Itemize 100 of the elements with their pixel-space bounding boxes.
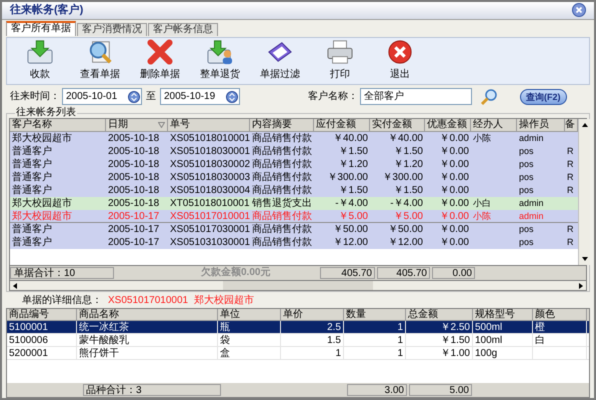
table-row[interactable]: 普通客户 2005-10-18 XS051018030004 商品销售付款 ￥1.50 ￥1.50 ￥0.00 pos R xyxy=(10,184,578,198)
toolbar-button[interactable]: 单据过滤 xyxy=(253,38,307,84)
count-label: 品种合计：3 xyxy=(83,384,221,396)
table-cell: 5200001 xyxy=(9,348,48,360)
table-cell: 商品销售付款 xyxy=(252,133,312,144)
table-cell: 小白 xyxy=(473,198,491,208)
table-cell: 5100006 xyxy=(9,335,48,346)
table-cell: XT051018010001 xyxy=(170,198,250,210)
table-row[interactable]: 郑大校园超市 2005-10-18 XS051018010001 商品销售付款 ￥40.00 ￥40.00 ￥0.00 小陈 admin xyxy=(10,132,578,146)
table-row[interactable]: 普通客户 2005-10-18 XS051018030002 商品销售付款 ￥1.20 ￥1.20 ￥0.00 pos R xyxy=(10,158,578,172)
table-cell: 商品销售付款 xyxy=(252,211,312,222)
total-cell: 5.00 xyxy=(409,384,472,396)
table-row[interactable]: 普通客户 2005-10-17 XS051017030001 商品销售付款 ￥50.00 ￥50.00 ￥0.00 pos R xyxy=(10,223,578,236)
table-cell: ￥50.00 xyxy=(332,224,368,236)
table-cell: ￥0.00 xyxy=(440,211,469,222)
table-cell: ￥1.00 xyxy=(440,348,470,360)
customer-field[interactable]: 全部客户 xyxy=(360,88,472,106)
table-cell: ￥1.50 xyxy=(338,146,368,158)
horizontal-scrollbar[interactable] xyxy=(9,280,587,292)
table-cell: 500ml xyxy=(475,322,502,334)
tab[interactable]: 客户消费情况 xyxy=(77,22,147,36)
header-label: 备 xyxy=(565,119,575,132)
search-icon[interactable] xyxy=(480,88,498,106)
table-cell: 100ml xyxy=(475,335,502,346)
table-cell: ￥40.00 xyxy=(388,133,423,144)
table-cell: 普通客户 xyxy=(12,159,52,170)
toolbar-button[interactable]: 整单退货 xyxy=(193,38,247,84)
table-cell: 1 xyxy=(397,335,403,346)
header-label: 实付金额 xyxy=(372,119,412,132)
spin-icon[interactable] xyxy=(226,90,238,103)
table-cell: XS051017010001 xyxy=(170,211,250,222)
tab[interactable]: 客户所有单据 xyxy=(6,20,76,36)
table-cell: 销售退货支出 xyxy=(252,198,312,210)
vertical-scrollbar[interactable] xyxy=(578,119,590,266)
table-cell: ￥0.00 xyxy=(440,133,469,144)
close-icon[interactable] xyxy=(572,3,586,18)
cross-icon xyxy=(145,39,175,65)
table-cell: ￥2.50 xyxy=(440,322,470,334)
table-cell: 蒙牛酸酸乳 xyxy=(79,335,129,346)
table-cell: pos xyxy=(519,224,534,234)
table-row[interactable]: 5100001 统一冰红茶 瓶 2.5 1 ￥2.50 500ml 橙 xyxy=(7,321,589,334)
table-cell: 郑大校园超市 xyxy=(12,133,72,144)
table-cell: ￥1.50 xyxy=(440,335,470,346)
table-cell: 盒 xyxy=(220,348,230,360)
table-cell: 商品销售付款 xyxy=(252,237,312,248)
toolbar-button[interactable]: 删除单据 xyxy=(133,38,187,84)
query-button[interactable]: 查询(F2) xyxy=(520,88,566,105)
table-cell: ￥300.00 xyxy=(327,172,368,184)
table-cell: 100g xyxy=(475,348,498,360)
table-row[interactable]: 5100006 蒙牛酸酸乳 袋 1.5 1 ￥1.50 100ml 白 xyxy=(7,334,589,348)
table-cell: 1.5 xyxy=(327,335,341,346)
header-label: 日期 xyxy=(108,119,128,132)
table-cell: ￥0.00 xyxy=(440,172,469,184)
table-row[interactable]: 普通客户 2005-10-17 XS051031030001 商品销售付款 ￥12.00 ￥12.00 ￥0.00 pos R xyxy=(10,236,578,250)
table-cell: R xyxy=(567,159,574,170)
total-cell: 405.70 xyxy=(320,267,375,280)
table-cell: ￥12.00 xyxy=(388,237,423,248)
table-cell: XS051017030001 xyxy=(170,224,250,236)
table-cell: ￥5.00 xyxy=(394,211,423,222)
table-cell: R xyxy=(567,185,574,196)
table-cell: 普通客户 xyxy=(12,146,52,158)
table-row[interactable]: 普通客户 2005-10-18 XS051018030001 商品销售付款 ￥1.50 ￥1.50 ￥0.00 pos R xyxy=(10,145,578,158)
inbox-person-icon xyxy=(205,39,235,65)
table-cell: ￥0.00 xyxy=(440,185,469,196)
table-cell: 商品销售付款 xyxy=(252,185,312,196)
date-field[interactable]: 2005-10-01 xyxy=(62,88,142,106)
header-label: 经办人 xyxy=(473,119,503,132)
table-cell: 2005-10-18 xyxy=(108,198,160,210)
table-cell: 1 xyxy=(397,348,403,360)
tab[interactable]: 客户帐务信息 xyxy=(148,22,218,36)
detail-label: 单据的详细信息： xyxy=(22,294,102,308)
scroll-thumb[interactable] xyxy=(223,281,373,290)
table-cell: ￥12.00 xyxy=(332,237,368,248)
table-cell: 5100001 xyxy=(9,322,48,334)
field-label: 客户名称： xyxy=(308,90,358,104)
table-cell: pos xyxy=(519,159,534,170)
table-cell: R xyxy=(567,172,574,182)
toolbar-button[interactable]: 退出 xyxy=(373,38,427,84)
toolbar-button[interactable]: 查看单据 xyxy=(73,38,127,84)
table-cell: ￥1.50 xyxy=(394,146,423,158)
table-cell: pos xyxy=(519,172,534,182)
table-row[interactable]: 郑大校园超市 2005-10-18 XT051018010001 销售退货支出 -￥4.00 -￥4.00 ￥0.00 小白 admin xyxy=(10,197,578,210)
table-row[interactable]: 5200001 熊仔饼干 盒 1 1 ￥1.00 100g xyxy=(7,347,589,360)
spin-icon[interactable] xyxy=(128,90,140,103)
table-cell: ￥1.20 xyxy=(338,159,368,170)
table-cell: pos xyxy=(519,185,534,196)
table-cell: pos xyxy=(519,237,534,248)
date-field[interactable]: 2005-10-19 xyxy=(160,88,240,106)
table-cell: -￥4.00 xyxy=(390,198,423,210)
table-row[interactable]: 普通客户 2005-10-18 XS051018030003 商品销售付款 ￥300.00 ￥300.00 ￥0.00 pos R xyxy=(10,171,578,184)
total-cell: 405.70 xyxy=(377,267,430,280)
table-cell: 瓶 xyxy=(220,322,230,334)
table-cell: 郑大校园超市 xyxy=(12,198,72,210)
table-cell: pos xyxy=(519,146,534,156)
table-cell: ￥0.00 xyxy=(440,146,469,158)
table-cell: -￥4.00 xyxy=(335,198,368,210)
table-cell: R xyxy=(567,237,574,248)
toolbar-button[interactable]: 收款 xyxy=(13,38,67,84)
table-cell: XS051031030001 xyxy=(170,237,250,248)
toolbar-button[interactable]: 打印 xyxy=(313,38,367,84)
